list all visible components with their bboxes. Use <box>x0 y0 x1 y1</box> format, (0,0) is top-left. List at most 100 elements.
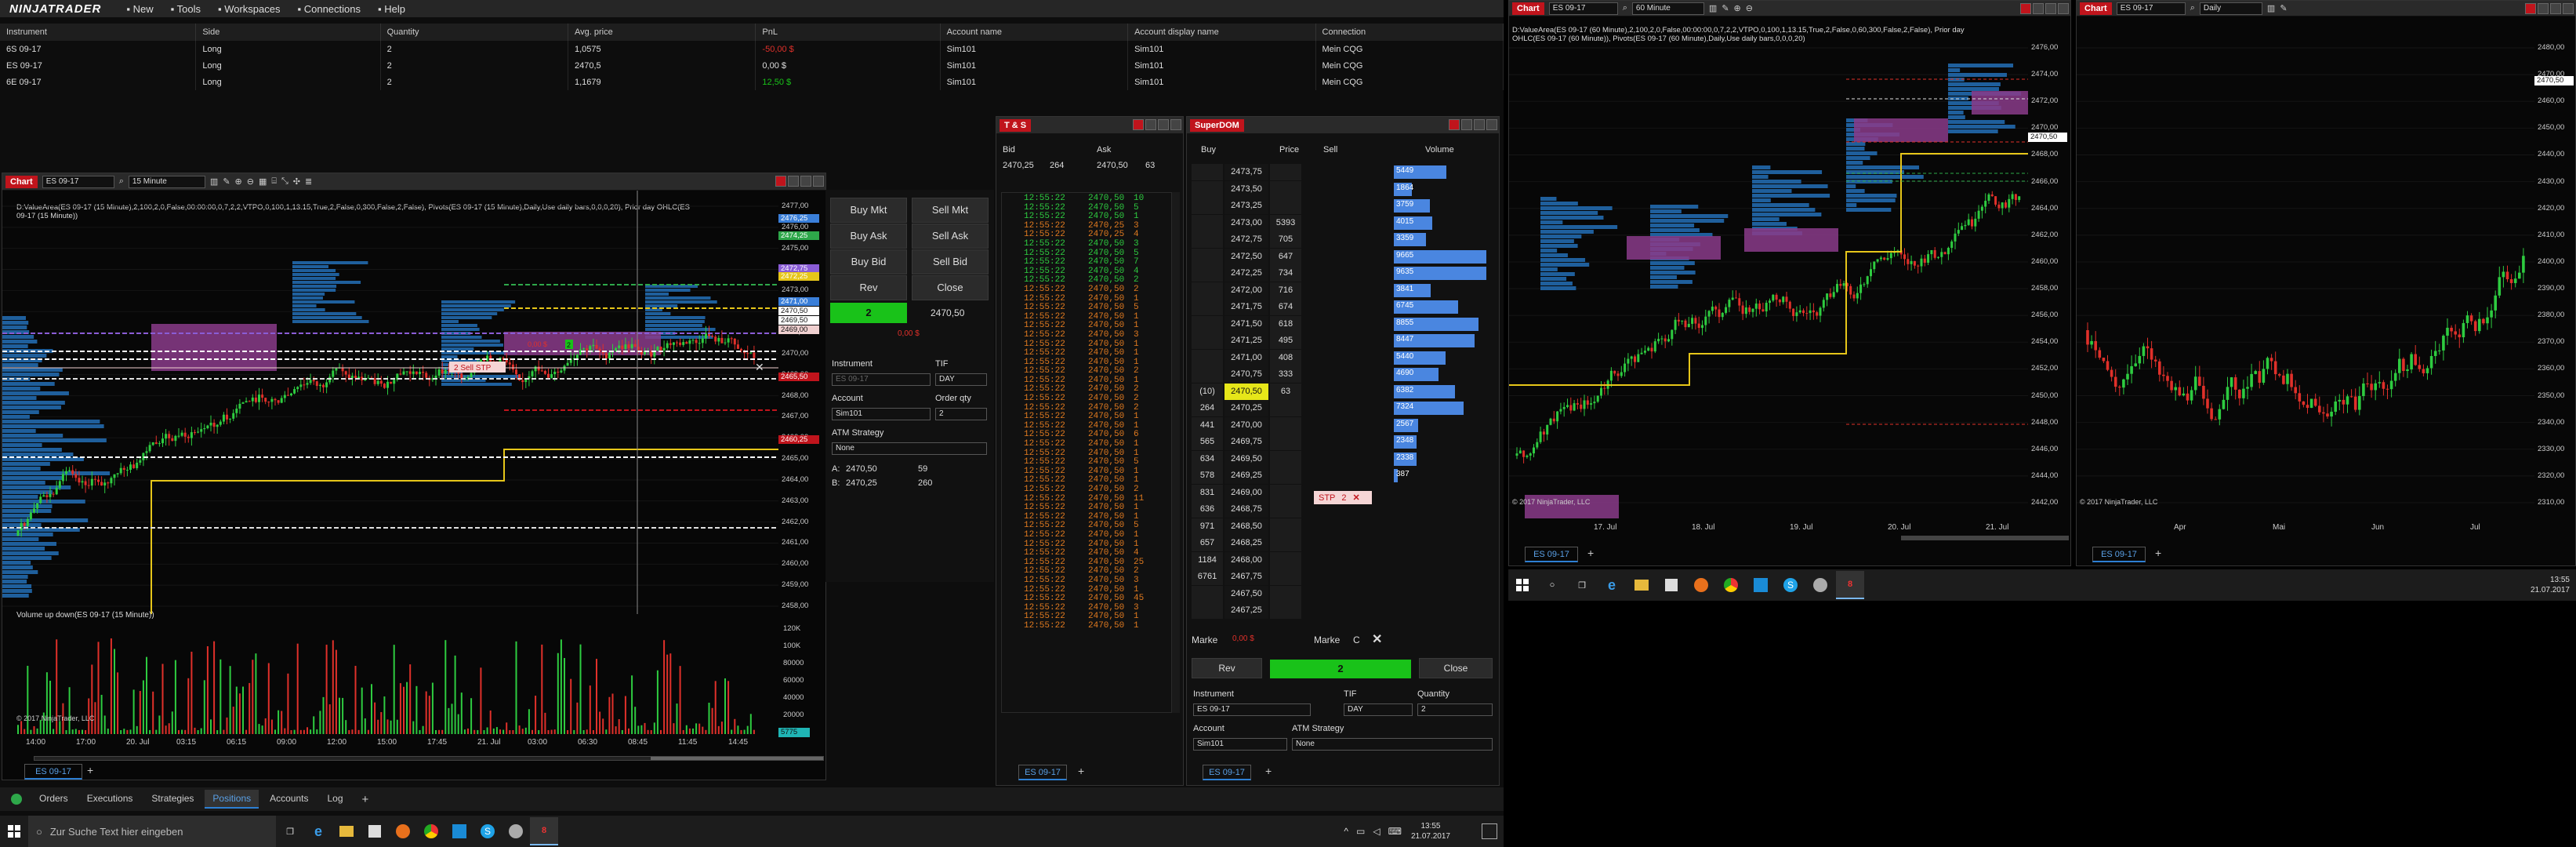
dom-buy-cell[interactable] <box>1192 602 1223 619</box>
bar-style-icon[interactable]: ▥ <box>210 176 218 187</box>
dom-sell-cell[interactable]: 5393 <box>1270 214 1301 231</box>
zoom-out-icon[interactable]: ⊖ <box>1746 3 1753 13</box>
dom-price-cell[interactable]: 2469,25 <box>1225 467 1268 484</box>
minimize-icon[interactable] <box>788 176 799 187</box>
dom-buy-cell[interactable] <box>1192 585 1223 602</box>
dom-tab[interactable]: ES 09-17 <box>1203 765 1251 780</box>
crosshair-icon[interactable]: ✣ <box>293 176 300 187</box>
ts-maximize-icon[interactable] <box>1158 119 1169 130</box>
dom-row[interactable]: 657 2468,25 <box>1192 535 1494 551</box>
col-header[interactable]: Account display name <box>1127 24 1316 41</box>
cancel-order-icon[interactable]: ✕ <box>1353 493 1360 503</box>
sell-mkt-button[interactable]: Sell Mkt <box>912 198 989 223</box>
dom-row[interactable]: 2470,75 333 4690 <box>1192 366 1494 383</box>
ct-instrument-select[interactable]: ES 09-17 <box>832 373 931 386</box>
draw-icon[interactable]: ✎ <box>1722 3 1729 13</box>
dom-c-label[interactable]: C <box>1353 634 1360 645</box>
dom-sell-cell[interactable] <box>1270 416 1301 434</box>
dom-row[interactable]: 2471,00 408 5440 <box>1192 349 1494 366</box>
dom-price-cell[interactable]: 2468,75 <box>1225 501 1268 518</box>
menu-workspaces[interactable]: ▪ Workspaces <box>218 3 281 15</box>
dom-price-cell[interactable]: 2472,75 <box>1225 231 1268 248</box>
dom-price-cell[interactable]: 2471,00 <box>1225 349 1268 366</box>
chart2-red-icon[interactable] <box>2020 3 2031 14</box>
store-icon[interactable] <box>1657 571 1685 599</box>
dom-price-cell[interactable]: 2469,50 <box>1225 450 1268 467</box>
task-view-icon[interactable]: ❐ <box>1568 571 1596 599</box>
dom-price-cell[interactable]: 2472,50 <box>1225 248 1268 265</box>
dom-instrument-select[interactable]: ES 09-17 <box>1193 703 1311 716</box>
chart3-time-axis[interactable]: Apr Mai Jun Jul <box>2077 522 2575 534</box>
dom-price-cell[interactable]: 2470,75 <box>1225 366 1268 383</box>
dom-row[interactable]: 264 2470,25 7324 <box>1192 400 1494 416</box>
dom-buy-cell[interactable] <box>1192 349 1223 366</box>
dom-buy-cell[interactable]: 578 <box>1192 467 1223 484</box>
ts-list[interactable]: 12:55:22 2470,50 10 12:55:22 2470,50 5 12:55:2… <box>1001 192 1172 713</box>
chart3-maximize-icon[interactable] <box>2550 3 2561 14</box>
edge-icon[interactable]: e <box>304 817 332 845</box>
bottom-tab-strategies[interactable]: Strategies <box>143 790 201 809</box>
dom-buy-cell[interactable] <box>1192 299 1223 315</box>
dom-maximize-icon[interactable] <box>1474 119 1485 130</box>
dom-row[interactable]: 565 2469,75 2348 <box>1192 434 1494 450</box>
dom-cancel-all-icon[interactable]: ✕ <box>1372 631 1382 647</box>
bar-style-icon[interactable]: ▥ <box>2267 3 2275 13</box>
dom-row[interactable]: 634 2469,50 2338 <box>1192 450 1494 467</box>
dom-price-cell[interactable]: 2467,75 <box>1225 569 1268 585</box>
dom-buy-cell[interactable]: 634 <box>1192 450 1223 467</box>
network-app-icon[interactable] <box>502 817 530 845</box>
ct-tif-select[interactable]: DAY <box>935 373 987 386</box>
dom-row[interactable]: 971 2468,50 <box>1192 518 1494 535</box>
ct-atm-select[interactable]: None <box>832 442 987 455</box>
table-row[interactable]: 6S 09-17 Long 2 1,0575 -50,00 $ Sim101 Sim101 M… <box>0 41 1504 57</box>
firefox-icon[interactable] <box>1687 571 1715 599</box>
bottom-tab-accounts[interactable]: Accounts <box>262 790 316 809</box>
dom-price-cell[interactable]: 2471,50 <box>1225 315 1268 333</box>
explorer-icon[interactable] <box>332 817 361 845</box>
chart2-close-icon[interactable] <box>2058 3 2069 14</box>
chart2-scrollbar[interactable] <box>1901 536 2069 540</box>
close-icon[interactable] <box>813 176 824 187</box>
dom-sell-cell[interactable] <box>1270 180 1301 198</box>
bottom-tab-positions[interactable]: Positions <box>205 790 259 809</box>
col-header[interactable]: Instrument <box>0 24 197 41</box>
dom-sell-cell[interactable]: 495 <box>1270 333 1301 349</box>
dom-price-cell[interactable]: 2467,25 <box>1225 602 1268 619</box>
ninjatrader-taskbar-icon[interactable]: 8 <box>1836 571 1864 599</box>
chart1-scrollbar[interactable] <box>34 756 824 761</box>
dom-marke-left[interactable]: Marke <box>1192 634 1217 645</box>
dom-price-cell[interactable]: 2469,75 <box>1225 434 1268 450</box>
dom-price-cell[interactable]: 2467,50 <box>1225 585 1268 602</box>
menu-connections[interactable]: ▪ Connections <box>298 3 361 15</box>
dom-minimize-icon[interactable] <box>1461 119 1472 130</box>
add-tab-icon[interactable]: + <box>362 793 369 806</box>
dom-atm-select[interactable]: None <box>1292 738 1493 751</box>
dom-price-cell[interactable]: 2471,75 <box>1225 299 1268 315</box>
dom-add-tab-icon[interactable]: + <box>1265 765 1272 777</box>
zoom-out-icon[interactable]: ⊖ <box>247 176 254 187</box>
chart2-time-axis[interactable]: 17. Jul 18. Jul 19. Jul 20. Jul 21. Jul <box>1509 522 2070 534</box>
chart3-tag[interactable]: Chart <box>2080 2 2112 15</box>
dom-price-cell[interactable]: 2470,50 <box>1225 383 1268 400</box>
add-tab-icon[interactable]: + <box>87 764 93 776</box>
dom-price-cell[interactable]: 2469,00 <box>1225 484 1268 501</box>
dom-price-cell[interactable]: 2473,00 <box>1225 214 1268 231</box>
chart1-interval-select[interactable]: 15 Minute <box>128 175 205 188</box>
dom-sell-cell[interactable] <box>1270 164 1301 180</box>
dom-sell-cell[interactable] <box>1270 400 1301 416</box>
dom-buy-cell[interactable]: 657 <box>1192 535 1223 551</box>
dom-buy-cell[interactable]: 264 <box>1192 400 1223 416</box>
dom-buy-cell[interactable]: 6761 <box>1192 569 1223 585</box>
dom-tif-select[interactable]: DAY <box>1344 703 1413 716</box>
dom-buy-cell[interactable] <box>1192 231 1223 248</box>
col-header[interactable]: Quantity <box>380 24 569 41</box>
skype-icon[interactable]: S <box>1776 571 1805 599</box>
col-header[interactable]: Connection <box>1315 24 1504 41</box>
task-view-icon[interactable]: ❐ <box>276 817 304 845</box>
ninjatrader-taskbar-icon[interactable]: 8 <box>530 817 558 845</box>
chart3-red-icon[interactable] <box>2525 3 2536 14</box>
dom-buy-cell[interactable] <box>1192 198 1223 214</box>
chevron-up-icon[interactable]: ^ <box>1344 826 1348 837</box>
dom-sell-cell[interactable] <box>1270 569 1301 585</box>
chart3-minimize-icon[interactable] <box>2538 3 2549 14</box>
